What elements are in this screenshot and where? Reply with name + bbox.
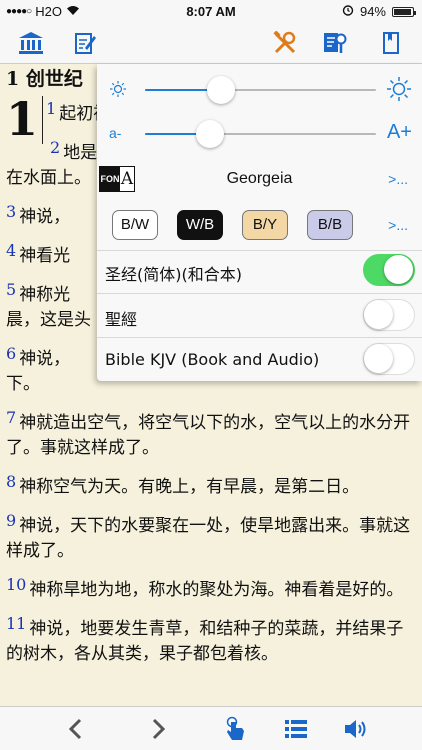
theme-bb-button[interactable]: B/B [307, 210, 353, 240]
toggle-knob [364, 300, 393, 329]
verse-text: 下。 [6, 374, 40, 394]
verse-number: 6 [6, 344, 17, 363]
font-more-link[interactable]: >... [388, 171, 408, 187]
verse-text: 神看光 [19, 246, 71, 266]
verse-number: 7 [6, 408, 17, 427]
verse-number: 5 [6, 280, 17, 299]
verse-7[interactable]: 7 神就造出空气，将空气以下的水，空气以上的水分开了。事就这样成了。 [6, 405, 416, 461]
tap-gesture-icon[interactable] [222, 716, 248, 742]
brightness-slider[interactable] [145, 76, 376, 104]
verse-number: 9 [6, 511, 17, 530]
chapter-drop-cap: 1 [6, 96, 44, 144]
font-size-decrease[interactable]: a- [109, 125, 121, 141]
notes-icon[interactable] [72, 30, 98, 56]
sun-small-icon [109, 80, 127, 103]
bible-toggle-row: Bible KJV (Book and Audio) [97, 337, 422, 381]
verse-number: 4 [6, 241, 17, 260]
list-icon[interactable] [283, 716, 309, 742]
bible-toggle-row: 聖經 [97, 293, 422, 337]
font-selector-row[interactable]: FON A Georgeia >... [97, 162, 422, 198]
status-bar: ●●●●○ H2O 8:07 AM 94% [0, 0, 422, 22]
bible-kjv-toggle[interactable] [363, 343, 415, 375]
verse-number: 8 [6, 472, 17, 491]
verse-text: 神说， [19, 207, 71, 227]
font-size-slider-row: a- A+ [97, 112, 422, 156]
verse-text: 神说，天下的水要聚在一处，使旱地露出来。事就这样成了。 [6, 516, 411, 561]
verse-text: 神称光 [19, 285, 71, 305]
verse-text: 神称空气为天。有晚上，有早晨，是第二日。 [19, 477, 360, 497]
font-logo-a: A [119, 166, 135, 192]
tools-icon[interactable] [272, 30, 298, 56]
brightness-slider-thumb[interactable] [207, 76, 236, 104]
theme-more-link[interactable]: >... [388, 217, 408, 233]
font-size-slider[interactable] [145, 120, 376, 148]
verse-text: 神说，地要发生青草，和结种子的菜蔬，并结果子的树木，各从其类，果子都包着核。 [6, 619, 404, 664]
toggle-knob [384, 255, 413, 284]
top-nav-bar [0, 22, 422, 64]
verse-text: 地是 [63, 143, 98, 163]
battery-icon [392, 6, 416, 17]
alarm-icon [342, 4, 354, 19]
library-icon[interactable] [18, 30, 44, 56]
sun-large-icon [386, 76, 412, 107]
bible-toggle-label: 圣经(简体)(和合本) [105, 265, 242, 284]
verse-number: 2 [50, 138, 61, 157]
verse-number: 11 [6, 614, 27, 633]
font-logo-icon: FON A [99, 162, 137, 196]
font-logo-fon: FON [99, 166, 121, 192]
bible-toggle-label: 聖經 [105, 310, 138, 329]
theme-by-button[interactable]: B/Y [242, 210, 288, 240]
bottom-toolbar [0, 706, 422, 750]
status-right-group: 94% [342, 4, 416, 19]
verse-text: 神说， [19, 349, 71, 369]
verse-number: 1 [46, 99, 57, 118]
brightness-slider-row [97, 68, 422, 112]
bible-toggle-row: 圣经(简体)(和合本) [97, 248, 422, 292]
color-theme-row: B/W W/B B/Y B/B >... [97, 206, 422, 246]
current-font-name: Georgeia [226, 170, 293, 187]
verse-text: 在水面上。 [6, 168, 91, 188]
bookmark-icon[interactable] [378, 30, 404, 56]
verse-10[interactable]: 10 神称旱地为地，称水的聚处为海。神看着是好的。 [6, 572, 416, 603]
verse-8[interactable]: 8 神称空气为天。有晚上，有早晨，是第二日。 [6, 469, 416, 500]
speaker-icon[interactable] [344, 716, 370, 742]
display-settings-popover: a- A+ FON A Georgeia >... B/W W/B B/Y B/… [97, 64, 422, 381]
bible-toggle-label: Bible KJV (Book and Audio) [105, 350, 320, 369]
battery-fill [394, 8, 411, 15]
verse-number: 3 [6, 202, 17, 221]
theme-bw-button[interactable]: B/W [112, 210, 158, 240]
verse-text: 晨，这是头 [6, 310, 91, 330]
chevron-right-icon[interactable] [146, 716, 172, 742]
battery-percent: 94% [359, 4, 386, 19]
bible-traditional-toggle[interactable] [363, 299, 415, 331]
toggle-knob [364, 344, 393, 373]
bible-cuv-toggle[interactable] [363, 254, 415, 286]
verse-text: 神称旱地为地，称水的聚处为海。神看着是好的。 [29, 580, 404, 600]
verse-number: 10 [6, 575, 27, 594]
theme-wb-button[interactable]: W/B [177, 210, 223, 240]
verse-11[interactable]: 11 神说，地要发生青草，和结种子的菜蔬，并结果子的树木，各从其类，果子都包着核。 [6, 611, 416, 667]
font-size-slider-thumb[interactable] [195, 120, 224, 148]
font-size-increase[interactable]: A+ [387, 121, 412, 144]
verse-9[interactable]: 9 神说，天下的水要聚在一处，使旱地露出来。事就这样成了。 [6, 508, 416, 564]
search-index-icon[interactable] [322, 30, 348, 56]
chevron-left-icon[interactable] [62, 716, 88, 742]
verse-text: 神就造出空气，将空气以下的水，空气以上的水分开了。事就这样成了。 [6, 413, 411, 458]
